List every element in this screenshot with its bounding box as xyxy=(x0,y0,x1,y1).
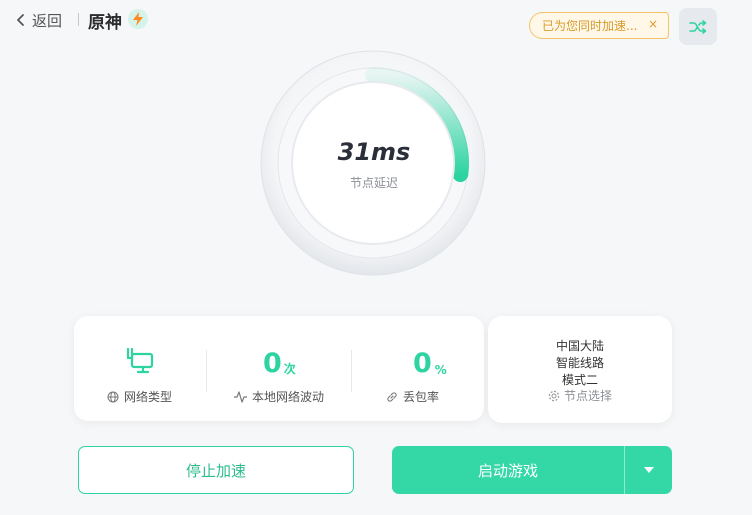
launch-options-dropdown[interactable] xyxy=(625,446,672,494)
ethernet-icon xyxy=(126,347,154,378)
shuffle-button[interactable] xyxy=(679,8,717,45)
packet-loss-label-row: 丢包率 xyxy=(386,388,439,405)
network-type-label: 网络类型 xyxy=(124,390,173,404)
game-title: 原神 xyxy=(88,13,122,33)
link-icon xyxy=(387,391,397,402)
lightning-icon xyxy=(128,9,148,29)
fluctuation-label: 本地网络波动 xyxy=(252,390,325,404)
toast-text: 已为您同时加速... xyxy=(542,19,638,33)
back-button[interactable]: 返回 xyxy=(16,10,62,30)
stats-divider xyxy=(206,350,207,392)
acceleration-toast: 已为您同时加速... × xyxy=(529,12,669,39)
back-label: 返回 xyxy=(32,11,63,30)
packet-loss-value: 0 xyxy=(413,348,432,379)
fluctuation-unit: 次 xyxy=(283,362,296,376)
packet-loss-stat: 0 % xyxy=(413,350,447,377)
node-mode: 模式二 xyxy=(561,373,598,387)
latency-label: 节点延迟 xyxy=(349,176,398,190)
packet-loss-label: 丢包率 xyxy=(403,390,440,404)
gear-icon xyxy=(548,390,560,401)
node-route: 智能线路 xyxy=(555,356,604,370)
packet-loss-unit: % xyxy=(434,363,447,377)
fluctuation-label-row: 本地网络波动 xyxy=(234,388,324,405)
stats-divider xyxy=(351,350,352,392)
node-select-button[interactable]: 节点选择 xyxy=(488,387,672,404)
shuffle-icon xyxy=(689,19,707,34)
pulse-icon xyxy=(234,390,247,403)
caret-down-icon xyxy=(643,467,654,473)
toast-close-button[interactable]: × xyxy=(648,17,658,31)
node-select-label: 节点选择 xyxy=(563,389,612,403)
launch-game-button[interactable]: 启动游戏 xyxy=(392,446,624,494)
chevron-left-icon xyxy=(17,14,24,26)
network-type-stat: 网络类型 xyxy=(107,388,172,405)
fluctuation-value: 0 xyxy=(263,348,282,379)
stop-acceleration-button[interactable]: 停止加速 xyxy=(78,446,354,494)
header-divider xyxy=(78,13,79,26)
node-region: 中国大陆 xyxy=(555,339,604,353)
fluctuation-stat: 0 次 xyxy=(263,350,296,377)
globe-icon xyxy=(107,391,119,402)
latency-value: 31ms xyxy=(337,138,411,166)
